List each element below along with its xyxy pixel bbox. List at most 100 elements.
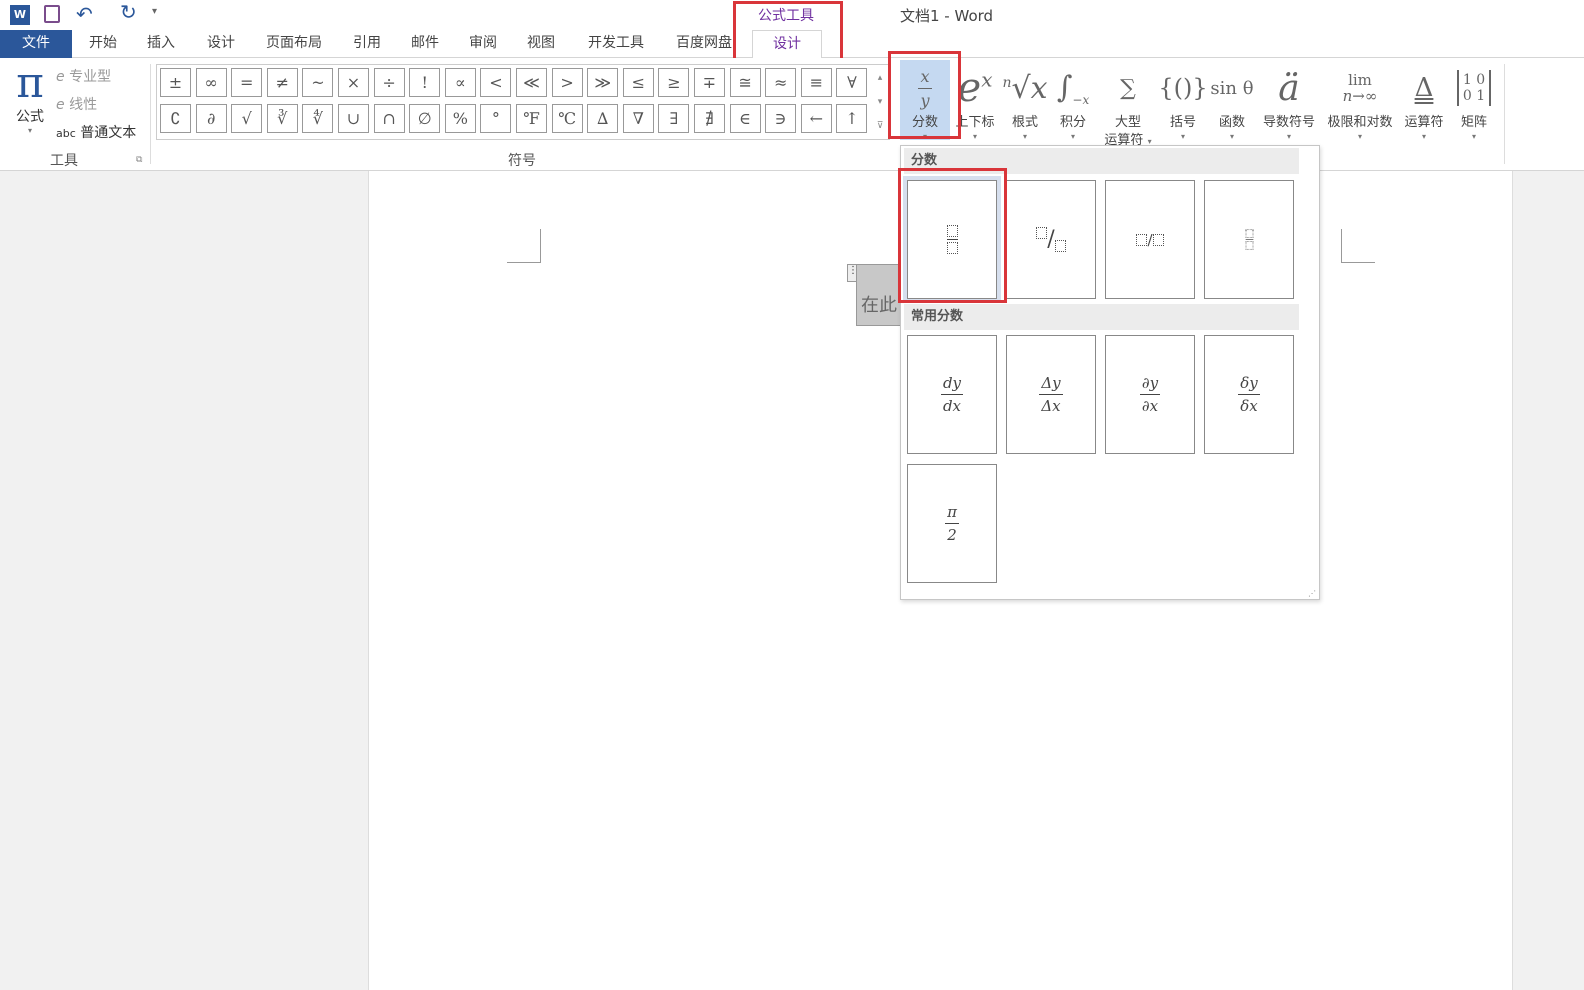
symbol-button[interactable]: ← <box>800 104 832 133</box>
numerator: dy <box>942 374 962 392</box>
common-fraction[interactable]: Δy Δx <box>1006 335 1096 454</box>
symbol-button[interactable]: ∈ <box>729 104 761 133</box>
symbol-button[interactable]: ∀ <box>836 68 868 97</box>
limit-log-button[interactable]: lim n→∞ 极限和对数 ▾ <box>1322 62 1398 142</box>
accent-button[interactable]: ä 导数符号 ▾ <box>1258 62 1320 142</box>
symbol-button[interactable]: ∄ <box>694 104 725 133</box>
symbol-button[interactable]: ÷ <box>373 68 405 97</box>
symbol-button[interactable]: ℃ <box>551 104 583 133</box>
structure-label: 矩阵 <box>1460 115 1487 130</box>
structure-label: 积分 <box>1059 115 1086 130</box>
equation-button[interactable]: π 公式 ▾ <box>10 58 50 136</box>
large-operator-button[interactable]: ∑ 大型 运算符 ▾ <box>1098 62 1158 149</box>
operator-button[interactable]: Δ 运算符 ▾ <box>1400 62 1448 142</box>
symbol-button[interactable]: ≠ <box>266 68 298 97</box>
skewed-fraction[interactable]: / <box>1006 180 1096 299</box>
symbol-button[interactable]: ∛ <box>266 104 298 133</box>
symbol-button[interactable]: ∇ <box>622 104 654 133</box>
save-icon[interactable] <box>44 5 60 23</box>
integral-button[interactable]: ∫−x 积分 ▾ <box>1050 62 1096 142</box>
symbol-button[interactable]: % <box>444 104 476 133</box>
symbol-button[interactable]: ~ <box>302 68 334 97</box>
operator-icon: Δ <box>1414 73 1434 103</box>
tab-developer[interactable]: 开发工具 <box>580 30 652 58</box>
tab-layout[interactable]: 页面布局 <box>258 30 330 58</box>
tab-home[interactable]: 开始 <box>80 30 126 58</box>
symbol-button[interactable]: ∁ <box>160 104 191 133</box>
radical-button[interactable]: n√x 根式 ▾ <box>1002 62 1048 142</box>
symbol-button[interactable]: ∆ <box>587 104 619 133</box>
symbol-button[interactable]: ≈ <box>765 68 797 97</box>
dialog-launcher-icon[interactable]: ⧉ <box>136 155 142 165</box>
symbol-button[interactable]: ≅ <box>729 68 761 97</box>
symbol-button[interactable]: ∪ <box>338 104 369 133</box>
symbol-button[interactable]: ∃ <box>658 104 690 133</box>
linear-button[interactable]: e 线性 <box>56 94 97 114</box>
structure-label: 函数 <box>1218 115 1245 130</box>
tab-file[interactable]: 文件 <box>0 30 72 58</box>
symbol-button[interactable]: ∝ <box>444 68 476 97</box>
symbol-button[interactable]: ℉ <box>516 104 547 133</box>
margin-mark-left <box>507 229 541 263</box>
common-fraction[interactable]: π2 <box>907 464 997 583</box>
structure-label: 运算符 <box>1404 115 1444 130</box>
annotation-box-design-tab <box>733 1 843 61</box>
professional-button[interactable]: e 专业型 <box>56 66 111 86</box>
symbol-button[interactable]: ∅ <box>409 104 441 133</box>
linear-fraction[interactable]: / <box>1105 180 1195 299</box>
tab-insert[interactable]: 插入 <box>138 30 184 58</box>
structure-label: 括号 <box>1169 115 1196 130</box>
matrix-button[interactable]: 1 00 1 矩阵 ▾ <box>1452 62 1496 142</box>
word-logo-icon[interactable]: W <box>10 5 30 25</box>
integral-icon: ∫−x <box>1056 69 1090 107</box>
undo-icon[interactable]: ↶ <box>76 2 93 26</box>
symbol-button[interactable]: × <box>338 68 369 97</box>
symbol-button[interactable]: ∜ <box>302 104 334 133</box>
pi-icon: π <box>16 58 44 107</box>
tab-design[interactable]: 设计 <box>198 30 244 58</box>
small-fraction[interactable] <box>1204 180 1294 299</box>
symbol-button[interactable]: ! <box>409 68 441 97</box>
common-fraction[interactable]: dy dx <box>907 335 997 454</box>
symbol-button[interactable]: ∞ <box>195 68 227 97</box>
symbol-button[interactable]: ≪ <box>516 68 547 97</box>
symbol-button[interactable]: ≥ <box>658 68 690 97</box>
common-fraction[interactable]: ∂y ∂x <box>1105 335 1195 454</box>
tab-view[interactable]: 视图 <box>518 30 564 58</box>
gallery-scroll[interactable]: ▴ ▾ ⊽ <box>872 66 888 138</box>
window-title: 文档1 - Word <box>900 7 994 25</box>
symbol-button[interactable]: ° <box>480 104 512 133</box>
numerator: ∂y <box>1141 374 1159 392</box>
symbol-button[interactable]: ≡ <box>800 68 832 97</box>
normal-text-button[interactable]: abc 普通文本 <box>56 122 136 142</box>
resize-grip-icon[interactable]: ⋰ <box>1308 589 1316 598</box>
symbol-button[interactable]: ∓ <box>694 68 725 97</box>
symbol-button[interactable]: ≤ <box>622 68 654 97</box>
symbol-button[interactable]: ∋ <box>765 104 797 133</box>
symbol-button[interactable]: √ <box>231 104 263 133</box>
symbol-button[interactable]: ± <box>160 68 191 97</box>
denominator: 2 <box>947 526 957 544</box>
denominator: Δx <box>1041 397 1061 415</box>
symbol-button[interactable]: > <box>551 68 583 97</box>
redo-icon[interactable]: ↻ <box>120 0 137 24</box>
bracket-button[interactable]: {()} 括号 ▾ <box>1158 62 1208 142</box>
customize-icon[interactable]: ▾ <box>152 6 157 17</box>
structure-label: 极限和对数 <box>1327 115 1393 130</box>
bracket-icon: {()} <box>1158 74 1208 102</box>
symbol-button[interactable]: ∩ <box>373 104 405 133</box>
tab-baidu[interactable]: 百度网盘 <box>668 30 740 58</box>
symbol-button[interactable]: ∂ <box>195 104 227 133</box>
symbol-button[interactable]: ↑ <box>836 104 868 133</box>
function-button[interactable]: sin θ 函数 ▾ <box>1208 62 1256 142</box>
symbol-button[interactable]: = <box>231 68 263 97</box>
structure-label: 根式 <box>1011 115 1038 130</box>
symbol-button[interactable]: ≫ <box>587 68 619 97</box>
symbols-group-label: 符号 <box>508 153 536 169</box>
tab-review[interactable]: 审阅 <box>460 30 506 58</box>
numerator: Δy <box>1041 374 1061 392</box>
tab-mailings[interactable]: 邮件 <box>402 30 448 58</box>
symbol-button[interactable]: < <box>480 68 512 97</box>
tab-references[interactable]: 引用 <box>344 30 390 58</box>
common-fraction[interactable]: δy δx <box>1204 335 1294 454</box>
